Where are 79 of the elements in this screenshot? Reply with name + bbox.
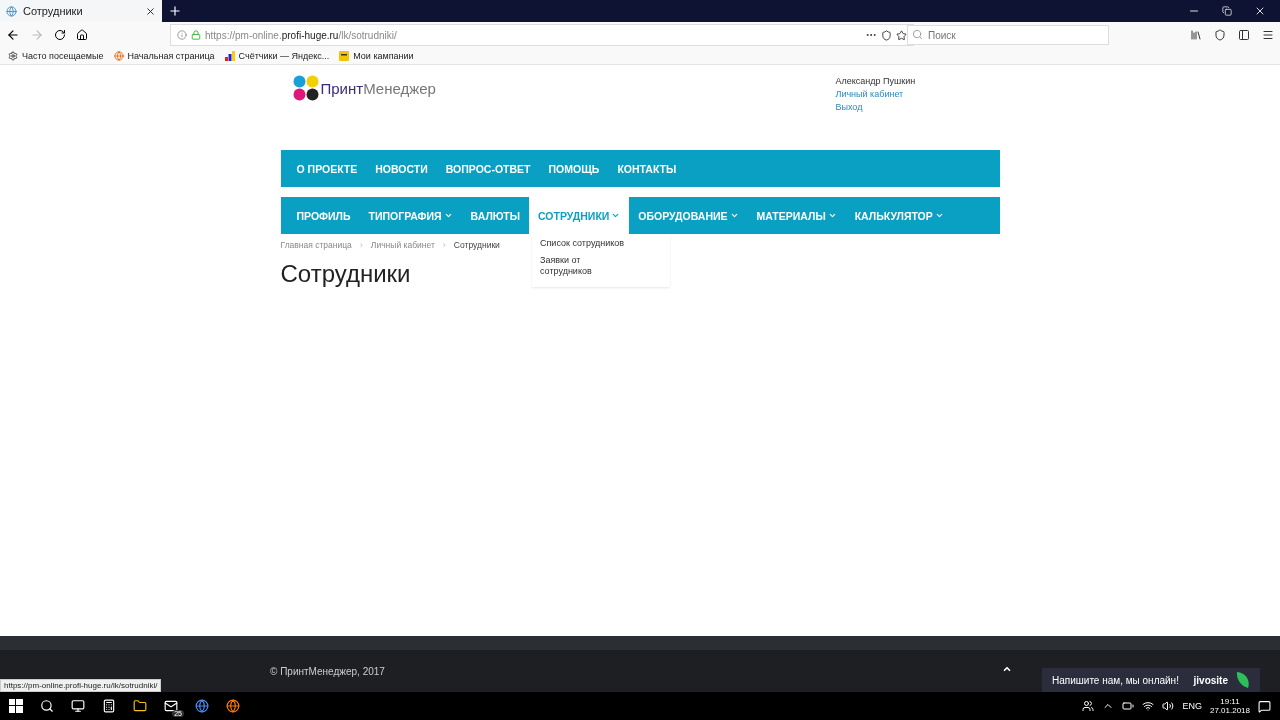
breadcrumb-link[interactable]: Сотрудники [453,240,500,250]
info-icon [177,30,187,40]
menu-tab[interactable]: ПРОФИЛЬ [287,197,360,234]
caret-icon [443,211,453,220]
menu-tab[interactable]: МАТЕРИАЛЫ [747,197,846,234]
battery-icon[interactable] [1122,700,1135,712]
logo-icon [292,75,319,101]
notifications-icon[interactable] [1258,699,1271,713]
back-icon[interactable] [6,28,20,42]
browser-tab[interactable]: Сотрудники [0,0,162,22]
menu-tab[interactable]: ВАЛЮТЫ [461,197,529,234]
breadcrumb-separator: › [442,240,446,250]
calculator-icon[interactable] [102,699,116,713]
restore-icon[interactable] [1222,6,1232,16]
page-title: Сотрудники [280,260,411,288]
flag-icon [339,51,350,61]
search-icon [912,29,923,40]
status-url: https://pm-online.profi-huge.ru/lk/sotrudniki/ [0,679,162,692]
reload-icon[interactable] [54,29,66,41]
menu-tab[interactable]: СОТРУДНИКИ [529,197,630,234]
chat-widget[interactable]: Напишите нам, мы онлайн! jivosite [1042,668,1260,692]
new-tab-icon[interactable] [168,4,182,18]
caret-icon [611,211,621,220]
close-icon[interactable] [1254,5,1266,17]
caret-icon [827,211,837,220]
menu-tab[interactable]: КАЛЬКУЛЯТОР [845,197,953,234]
folder-icon[interactable] [133,699,147,713]
caret-icon [934,211,944,220]
library-icon[interactable] [1190,29,1202,41]
dropdown-item[interactable]: Заявки от сотрудников [540,255,610,277]
address-bar[interactable]: https://pm-online.profi-huge.ru/lk/sotrudniki/ [170,24,914,46]
caret-icon [729,211,739,220]
breadcrumb-link[interactable]: Главная страница [280,240,352,250]
bookmark-link[interactable]: Начальная страница [127,51,215,61]
url-text: https://pm-online.profi-huge.ru/lk/sotrudniki/ [205,29,398,41]
bar-chart-icon [224,51,235,61]
breadcrumb-separator: › [359,240,363,250]
sidebar-icon[interactable] [1238,29,1250,41]
mail-icon[interactable] [164,699,178,713]
task-view-icon[interactable] [71,699,85,713]
menu-tab[interactable]: ТИПОГРАФИЯ [359,197,462,234]
user-link[interactable]: Выход [835,101,988,114]
logo-text: ПринтМенеджер [320,79,436,97]
tab-title: Сотрудники [23,5,84,17]
menu-link[interactable]: ПОМОЩЬ [539,150,609,187]
wifi-icon[interactable] [1142,700,1155,712]
search-icon[interactable] [40,699,54,713]
volume-icon[interactable] [1162,700,1175,712]
menu-link[interactable]: КОНТАКТЫ [608,150,686,187]
menu-tab[interactable]: ОБОРУДОВАНИЕ [629,197,748,234]
windows-icon[interactable] [9,699,23,713]
home-icon[interactable] [76,29,88,41]
globe-icon [113,51,124,61]
search-field[interactable]: Поиск [907,25,1109,45]
browser-icon[interactable] [226,699,240,713]
user-link[interactable]: Личный кабинет [835,88,988,101]
breadcrumb-link[interactable]: Личный кабинет [370,240,435,250]
bookmark-link[interactable]: Мои кампании [353,51,414,61]
lock-icon [191,30,201,40]
clock[interactable]: 19:11 27.01.2018 [1209,697,1250,715]
menu-icon[interactable] [1262,29,1274,41]
gear-icon [8,51,18,61]
leaf-icon [1236,671,1250,689]
dropdown-item[interactable]: Список сотрудников [540,238,662,249]
people-icon[interactable] [1082,700,1095,712]
menu-link[interactable]: О ПРОЕКТЕ [287,150,367,187]
browser-icon[interactable] [195,699,209,713]
menu-link[interactable]: ВОПРОС-ОТВЕТ [436,150,540,187]
scroll-top-icon[interactable] [1002,664,1012,674]
language-indicator[interactable]: ENG [1182,701,1202,711]
shield-icon[interactable] [1214,29,1226,41]
bookmark-link[interactable]: Часто посещаемые [22,51,104,61]
bookmark-link[interactable]: Счётчики — Яндекс... [238,51,330,61]
copyright-text: © ПринтМенеджер, 2017 [270,665,385,677]
globe-icon [6,5,17,17]
user-name: Александр Пушкин [835,75,917,88]
close-icon[interactable] [145,5,156,17]
menu-link[interactable]: НОВОСТИ [366,150,437,187]
star-icon[interactable] [896,29,907,41]
